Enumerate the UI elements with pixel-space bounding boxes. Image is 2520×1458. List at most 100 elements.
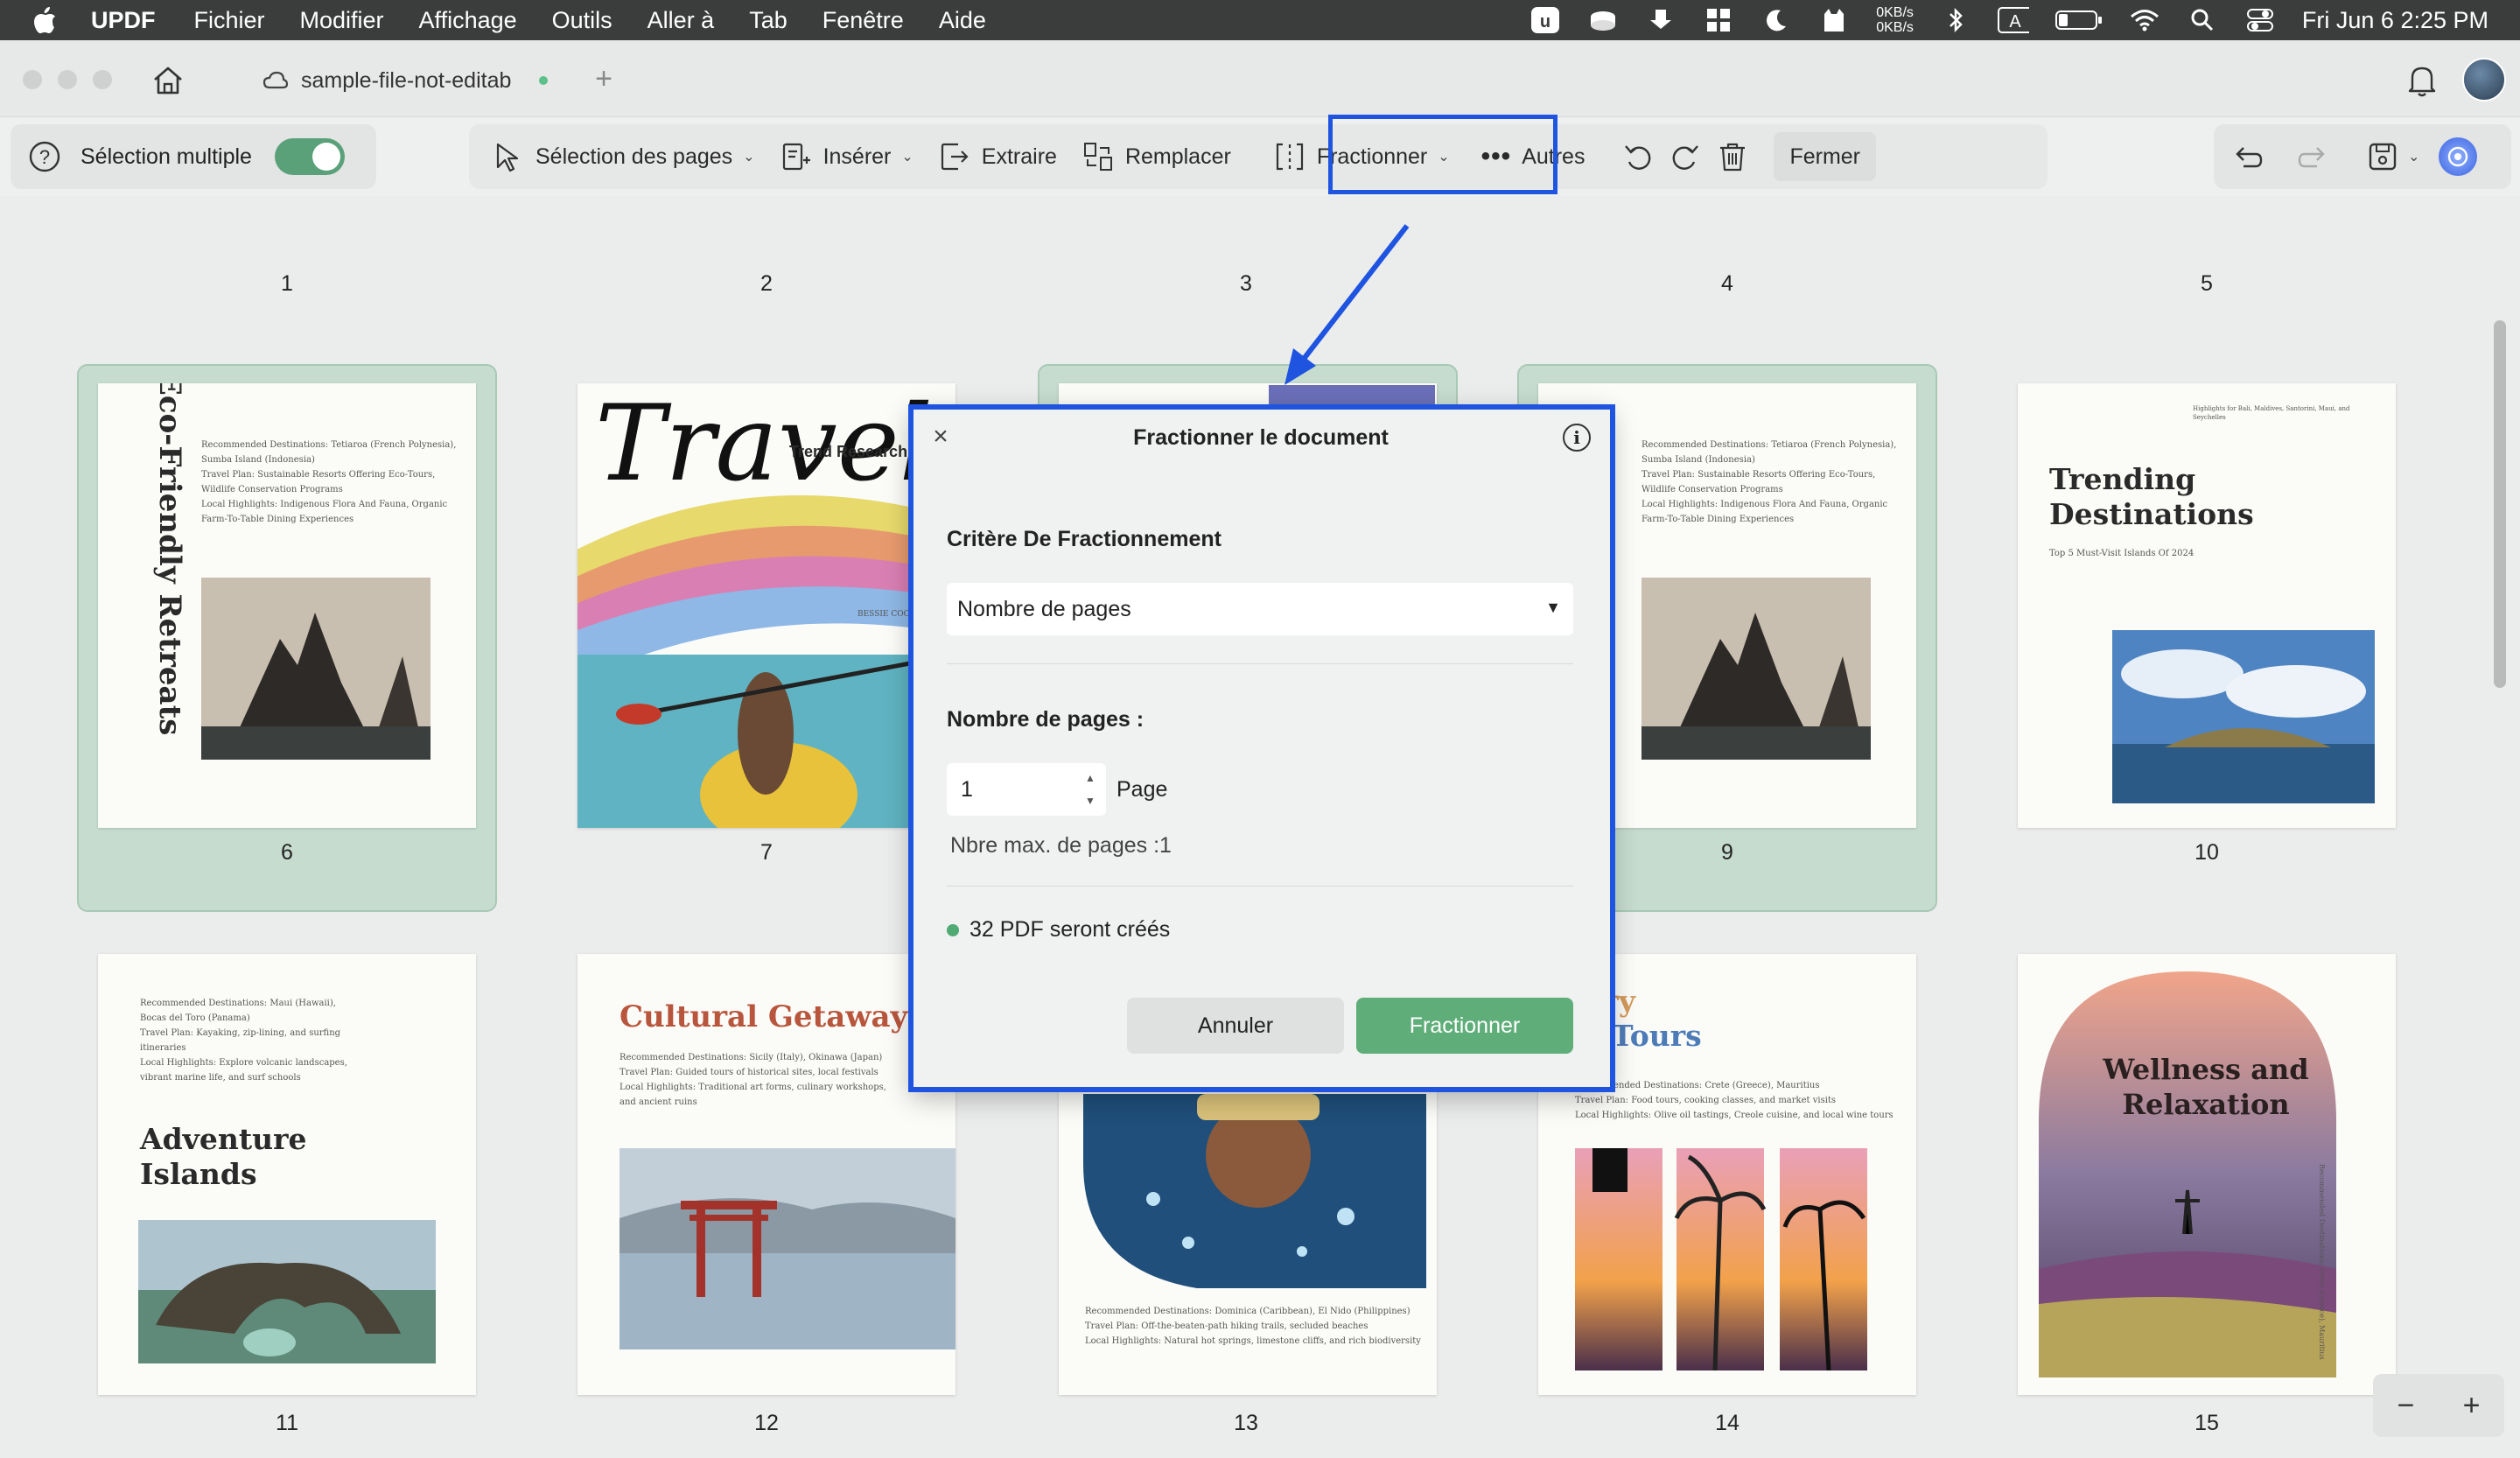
svg-text:u: u (1540, 12, 1550, 32)
page-body-text: Recommended Destinations: Tetiaroa (Fren… (201, 440, 457, 524)
cloud-icon (262, 71, 289, 89)
apple-logo-icon[interactable] (32, 5, 70, 35)
multi-select-toggle[interactable] (274, 138, 345, 175)
page-body-text: Recommended Destinations: Sicily (Italy)… (620, 1053, 886, 1107)
page-number: 7 (760, 840, 773, 865)
svg-text:?: ? (39, 146, 50, 168)
menu-outils[interactable]: Outils (552, 7, 612, 34)
menu-tab[interactable]: Tab (749, 7, 788, 34)
input-source-icon[interactable]: A (1997, 6, 2029, 34)
island-photo (2112, 630, 2375, 803)
undo-icon[interactable] (2231, 140, 2264, 173)
vertical-scrollbar[interactable] (2494, 320, 2506, 688)
undo-redo-group: ⌄ (2214, 124, 2511, 189)
menu-fichier[interactable]: Fichier (194, 7, 265, 34)
select-pages-button[interactable]: Sélection des pages ⌄ (480, 132, 767, 181)
wifi-icon[interactable] (2129, 6, 2160, 34)
sync-status-dot (539, 76, 549, 85)
page-thumbnail-7[interactable]: Travel Trend Research BESSIE COOP (578, 383, 956, 828)
menubar-clock[interactable]: Fri Jun 6 2:25 PM (2302, 7, 2488, 34)
menu-aide[interactable]: Aide (939, 7, 986, 34)
disk-tray-icon[interactable] (1587, 6, 1619, 34)
user-avatar[interactable] (2462, 58, 2506, 102)
cat-tray-icon[interactable] (1818, 6, 1850, 34)
page-number: 5 (2201, 271, 2213, 296)
page-number: 10 (2194, 840, 2219, 865)
page-organizer-toolbar: ? Sélection multiple Sélection des pages… (0, 117, 2520, 196)
page-side-text: Recommended Destinations: Crete (Greece)… (2318, 1164, 2326, 1360)
window-close-button[interactable] (23, 70, 42, 89)
page-number: 9 (1721, 840, 1733, 865)
page-body-text: Recommended Destinations: Dominica (Cari… (1085, 1307, 1421, 1346)
network-speed: 0KB/s 0KB/s (1876, 5, 1914, 35)
redo-icon[interactable] (2296, 140, 2329, 173)
diver-photo (1083, 1094, 1426, 1288)
menu-aller-a[interactable]: Aller à (648, 7, 715, 34)
menu-fenetre[interactable]: Fenêtre (822, 7, 904, 34)
split-button-highlight (1328, 115, 1558, 194)
replace-button[interactable]: Remplacer (1069, 132, 1243, 181)
page-thumbnail-12[interactable]: Cultural Getaways Recommended Destinatio… (578, 954, 956, 1395)
updf-tray-icon[interactable]: u (1530, 6, 1561, 34)
rotate-right-icon (1669, 140, 1702, 173)
menu-app-name[interactable]: UPDF (91, 7, 156, 34)
page-thumbnail-15[interactable]: Wellness and Relaxation Recommended Dest… (2018, 954, 2396, 1395)
ai-assistant-icon[interactable] (2439, 137, 2478, 176)
page-body-text: Recommended Destinations: Tetiaroa (Fren… (1642, 440, 1897, 524)
battery-icon[interactable] (2054, 6, 2103, 34)
rotate-left-icon (1621, 140, 1655, 173)
extract-icon (938, 140, 971, 173)
home-icon[interactable] (149, 61, 187, 100)
extract-button[interactable]: Extraire (926, 132, 1069, 181)
wellness-arch-photo (2039, 971, 2336, 1377)
macos-menu-bar: UPDF Fichier Modifier Affichage Outils A… (0, 0, 2520, 40)
page-number: 12 (754, 1411, 779, 1435)
page-number: 15 (2194, 1411, 2219, 1435)
save-icon[interactable] (2366, 140, 2399, 173)
replace-icon (1082, 140, 1115, 173)
bluetooth-icon[interactable] (1940, 6, 1971, 34)
moon-tray-icon[interactable] (1760, 6, 1792, 34)
svg-text:A: A (2009, 12, 2021, 32)
page-number: 3 (1240, 271, 1252, 296)
menu-modifier[interactable]: Modifier (300, 7, 384, 34)
page-thumbnail-11[interactable]: Recommended Destinations: Maui (Hawaii),… (98, 954, 476, 1395)
page-title: Trending Destinations (2049, 462, 2254, 531)
download-tray-icon[interactable] (1645, 6, 1676, 34)
page-thumbnail-6[interactable]: Eco-Friendly Retreats Recommended Destin… (98, 383, 476, 828)
zoom-out-icon[interactable]: − (2398, 1389, 2415, 1423)
select-pages-icon (492, 140, 525, 173)
document-tab[interactable]: sample-file-not-editab (262, 61, 549, 100)
page-thumbnail-10[interactable]: Highlights for Bali, Maldives, Santorini… (2018, 383, 2396, 828)
trash-icon (1716, 140, 1749, 173)
control-center-icon[interactable] (2244, 6, 2276, 34)
menu-affichage[interactable]: Affichage (419, 7, 517, 34)
page-number: 2 (760, 271, 773, 296)
document-tab-title: sample-file-not-editab (301, 67, 512, 93)
help-icon[interactable]: ? (28, 140, 61, 173)
zoom-in-icon[interactable]: + (2463, 1389, 2481, 1423)
window-zoom-button[interactable] (93, 70, 112, 89)
delete-button[interactable] (1709, 132, 1756, 181)
save-options-chevron-icon[interactable]: ⌄ (2408, 148, 2419, 165)
grid-tray-icon[interactable] (1703, 6, 1734, 34)
spotlight-search-icon[interactable] (2187, 6, 2218, 34)
close-organize-button[interactable]: Fermer (1774, 132, 1877, 181)
page-title: Eco-Friendly Retreats (152, 383, 187, 736)
window-minimize-button[interactable] (58, 70, 77, 89)
page-title: Wellness and Relaxation (2103, 1053, 2309, 1121)
page-body-text: Recommended Destinations: Crete (Greece)… (1575, 1081, 1894, 1120)
new-tab-button[interactable]: + (588, 61, 620, 96)
page-body-text: Recommended Destinations: Maui (Hawaii),… (140, 999, 347, 1083)
insert-button[interactable]: Insérer ⌄ (767, 132, 926, 181)
insert-icon (780, 140, 813, 173)
multi-select-group: ? Sélection multiple (10, 124, 376, 189)
page-number: 1 (281, 271, 293, 296)
page-subtitle: Top 5 Must-Visit Islands Of 2024 (2049, 549, 2194, 558)
notification-bell-icon[interactable] (2404, 61, 2440, 100)
rock-beach-photo (201, 578, 430, 760)
cover-author: BESSIE COOP (858, 610, 916, 619)
rotate-right-button[interactable] (1662, 132, 1709, 181)
page-title: Cultural Getaways (620, 999, 925, 1034)
rotate-left-button[interactable] (1614, 132, 1662, 181)
